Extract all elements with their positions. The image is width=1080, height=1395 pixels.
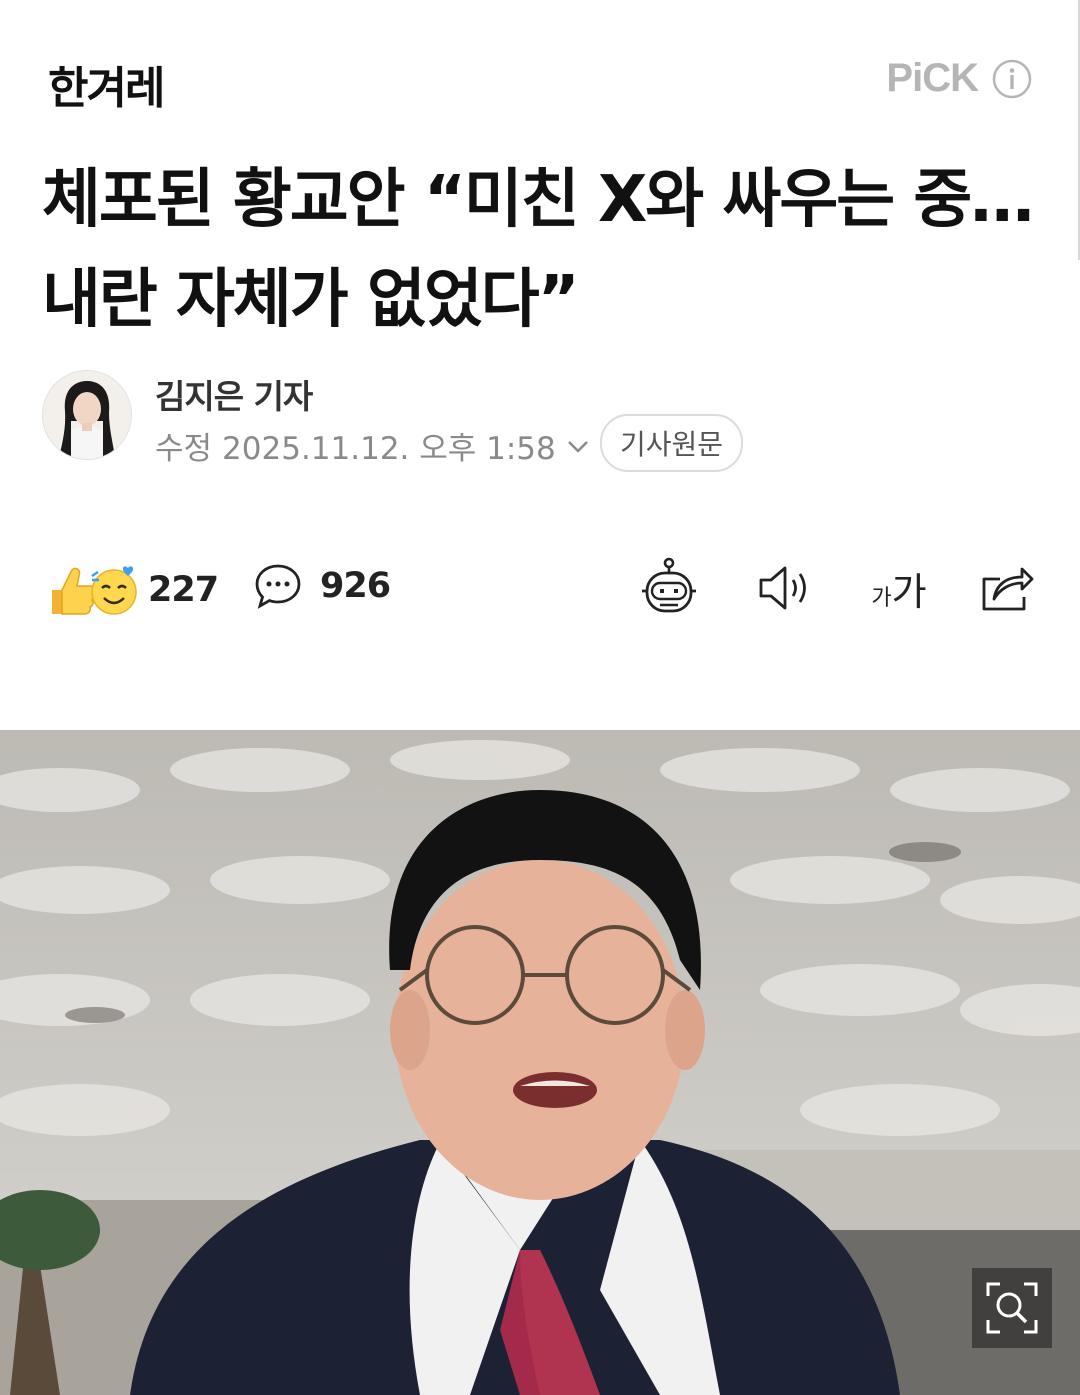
article-page: 한겨레 PiCK 체포된 황교안 “미친 X와 싸우는 중…내란 자체가 없었다… <box>0 0 1080 1395</box>
ai-summary-button[interactable] <box>636 555 702 621</box>
reporter-name[interactable]: 김지은 기자 <box>155 370 313 418</box>
text-to-speech-button[interactable] <box>752 555 818 621</box>
info-icon[interactable] <box>992 59 1032 99</box>
ai-summary-bot-icon <box>642 557 696 613</box>
press-logo[interactable]: 한겨레 <box>48 52 165 116</box>
font-size-button[interactable]: 가가 <box>866 555 932 621</box>
comment-count: 926 <box>320 566 391 606</box>
comment-icon <box>255 564 301 609</box>
photo-zoom-button[interactable] <box>972 1268 1052 1348</box>
reaction-count: 227 <box>148 570 219 610</box>
reporter-avatar[interactable] <box>42 370 132 460</box>
share-icon <box>982 567 1034 611</box>
article-date: 2025.11.12. 오후 1:58 <box>222 431 556 467</box>
scroll-indicator <box>1068 0 1080 260</box>
article-headline: 체포된 황교안 “미친 X와 싸우는 중…내란 자체가 없었다” <box>42 163 1034 337</box>
pick-label: PiCK <box>886 56 979 100</box>
reaction-button[interactable]: 227 <box>48 562 219 618</box>
speaker-icon <box>759 566 806 610</box>
photo-image <box>0 730 1080 1395</box>
pick-badge[interactable]: PiCK <box>886 56 1032 101</box>
zoom-icon <box>986 1282 1038 1334</box>
original-article-button[interactable]: 기사원문 <box>600 414 744 472</box>
comment-button[interactable]: 926 <box>254 562 391 610</box>
font-size-icon: 가가 <box>871 569 927 614</box>
avatar-image <box>43 371 131 459</box>
article-photo[interactable] <box>0 730 1080 1395</box>
reaction-emoji-icon <box>52 566 137 615</box>
share-button[interactable] <box>974 555 1040 621</box>
date-prefix: 수정 <box>155 431 213 467</box>
date-line[interactable]: 수정 2025.11.12. 오후 1:58 <box>155 423 590 468</box>
chevron-down-icon <box>567 440 588 453</box>
